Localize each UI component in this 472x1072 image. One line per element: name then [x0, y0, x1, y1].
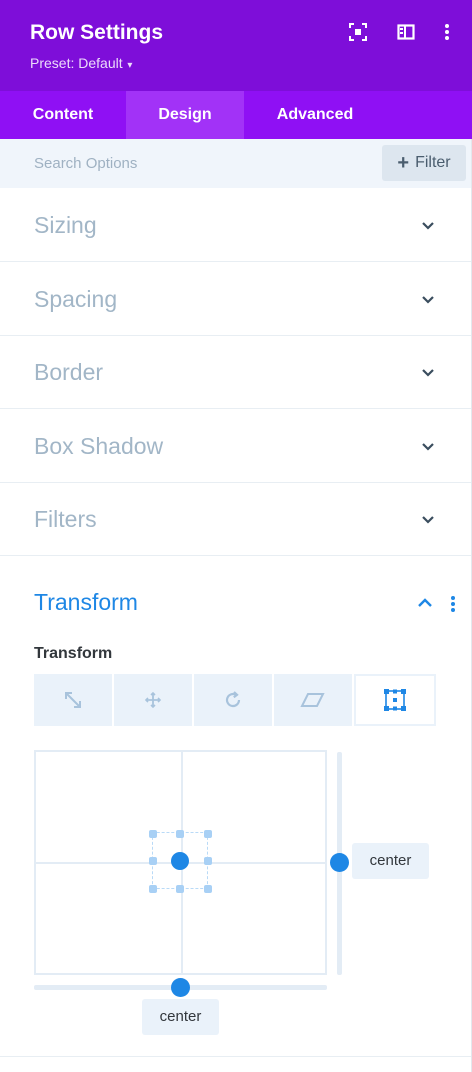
divider	[0, 1056, 472, 1057]
tab-advanced[interactable]: Advanced	[244, 91, 386, 139]
tab-content[interactable]: Content	[0, 91, 126, 139]
filter-label: Filter	[415, 154, 451, 171]
section-label: Spacing	[34, 286, 118, 312]
caret-down-icon: ▾	[124, 60, 133, 71]
origin-x-value: center	[142, 999, 219, 1035]
transform-field-label: Transform	[34, 645, 113, 662]
search-bar: + Filter	[0, 139, 472, 188]
origin-y-slider-knob[interactable]	[330, 853, 349, 872]
origin-point[interactable]	[171, 852, 189, 870]
origin-handle[interactable]	[204, 857, 212, 865]
chevron-up-icon[interactable]	[416, 595, 434, 611]
preset-dropdown[interactable]: Preset: Default ▾	[30, 55, 132, 71]
section-label: Sizing	[34, 212, 97, 238]
split-view-icon[interactable]	[396, 22, 416, 42]
focus-icon[interactable]	[348, 22, 368, 42]
origin-handle[interactable]	[149, 830, 157, 838]
more-vertical-icon[interactable]	[446, 594, 460, 614]
chevron-down-icon	[422, 443, 434, 451]
origin-x-slider-knob[interactable]	[171, 978, 190, 997]
origin-icon	[384, 689, 406, 711]
chevron-down-icon	[422, 222, 434, 230]
section-filters[interactable]: Filters	[0, 482, 472, 556]
plus-icon: +	[397, 152, 410, 174]
section-box-shadow[interactable]: Box Shadow	[0, 409, 472, 483]
chevron-down-icon	[422, 369, 434, 377]
section-label: Filters	[34, 506, 97, 532]
preset-label: Preset: Default	[30, 55, 123, 71]
section-spacing[interactable]: Spacing	[0, 262, 472, 336]
chevron-down-icon	[422, 296, 434, 304]
translate-icon	[144, 691, 162, 709]
origin-handle[interactable]	[176, 830, 184, 838]
skew-button[interactable]	[274, 674, 352, 726]
modal-title: Row Settings	[30, 21, 164, 44]
rotate-button[interactable]	[194, 674, 272, 726]
origin-handle[interactable]	[204, 830, 212, 838]
section-label: Border	[34, 359, 104, 385]
chevron-down-icon	[422, 516, 434, 524]
origin-button[interactable]	[354, 674, 436, 726]
origin-y-value: center	[352, 843, 429, 879]
skew-icon	[300, 693, 325, 707]
origin-handle[interactable]	[176, 885, 184, 893]
section-transform-title[interactable]: Transform	[34, 589, 138, 616]
more-vertical-icon[interactable]	[437, 22, 457, 42]
tab-bar: Content Design Advanced	[0, 91, 472, 139]
section-label: Box Shadow	[34, 433, 164, 459]
section-sizing[interactable]: Sizing	[0, 188, 472, 262]
origin-handle[interactable]	[149, 857, 157, 865]
rotate-icon	[225, 691, 241, 708]
section-border[interactable]: Border	[0, 335, 472, 409]
transform-type-buttons	[34, 674, 436, 726]
translate-button[interactable]	[114, 674, 192, 726]
scale-icon	[65, 692, 81, 708]
origin-handle[interactable]	[204, 885, 212, 893]
filter-button[interactable]: + Filter	[382, 145, 466, 181]
origin-handle[interactable]	[149, 885, 157, 893]
tab-design[interactable]: Design	[126, 91, 244, 139]
scale-button[interactable]	[34, 674, 112, 726]
search-input[interactable]	[0, 139, 370, 188]
modal-header: Row Settings Preset: Default ▾	[0, 0, 472, 91]
